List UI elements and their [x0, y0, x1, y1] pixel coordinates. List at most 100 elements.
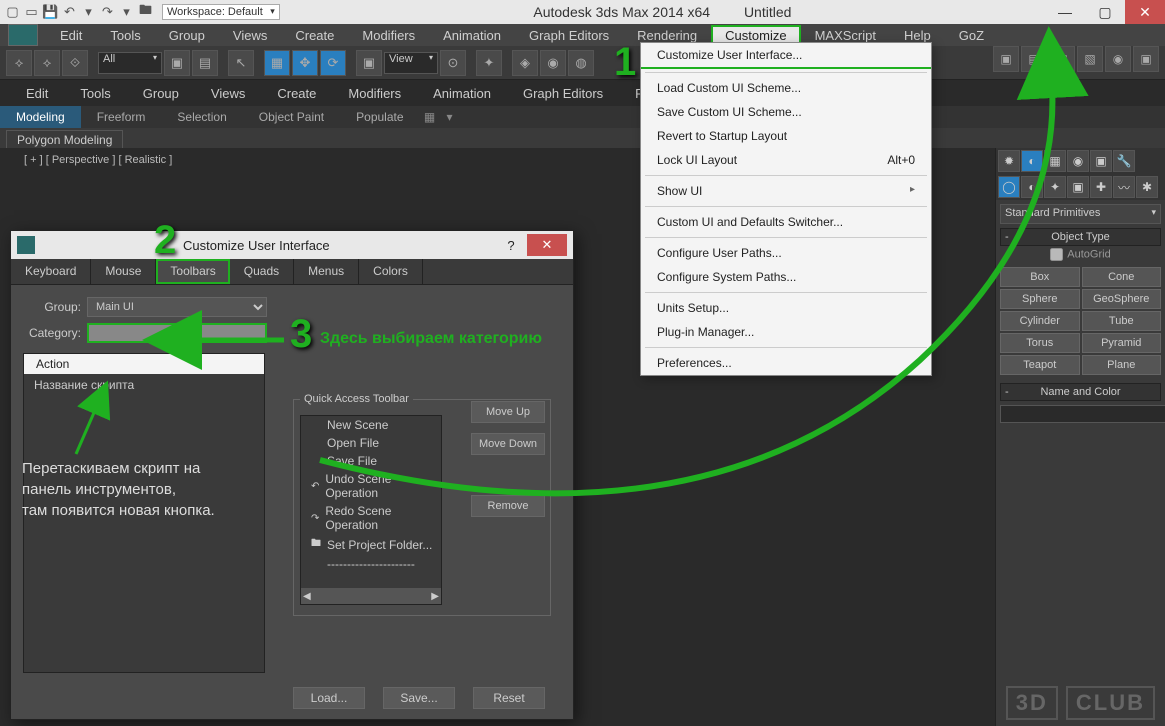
object-type-header[interactable]: -Object Type [1000, 228, 1161, 246]
geosphere-button[interactable]: GeoSphere [1082, 289, 1162, 309]
autogrid-checkbox[interactable]: AutoGrid [1000, 246, 1161, 263]
redo-drop-icon[interactable]: ▾ [118, 4, 135, 21]
menu-views[interactable]: Views [219, 25, 281, 46]
close-button[interactable]: ✕ [1125, 0, 1165, 24]
menu-lock-ui[interactable]: Lock UI LayoutAlt+0 [641, 148, 931, 172]
undo-icon[interactable]: ↶ [61, 4, 78, 21]
box-button[interactable]: Box [1000, 267, 1080, 287]
menu-show-ui[interactable]: Show UI [641, 179, 931, 203]
m2-edit[interactable]: Edit [10, 82, 64, 105]
action-item[interactable]: Название скрипта [24, 374, 264, 396]
qat-item[interactable]: Open File [301, 434, 441, 452]
name-select-icon[interactable]: ▤ [192, 50, 218, 76]
qat-item[interactable]: ↶Undo Scene Operation [301, 470, 441, 502]
m2-tools[interactable]: Tools [64, 82, 126, 105]
menu-units[interactable]: Units Setup... [641, 296, 931, 320]
viewport-label[interactable]: [ + ] [ Perspective ] [ Realistic ] [24, 154, 172, 166]
qat-item[interactable]: ↷Redo Scene Operation [301, 502, 441, 534]
menu-plugin-mgr[interactable]: Plug-in Manager... [641, 320, 931, 344]
undo-drop-icon[interactable]: ▾ [80, 4, 97, 21]
group-select[interactable]: Main UI [87, 297, 267, 317]
ribbon-expand-icon[interactable]: ▾ [440, 110, 460, 124]
m2-create[interactable]: Create [261, 82, 332, 105]
move-down-button[interactable]: Move Down [471, 433, 545, 455]
m2-modifiers[interactable]: Modifiers [332, 82, 417, 105]
geometry-icon[interactable]: ◯ [998, 176, 1020, 198]
cylinder-button[interactable]: Cylinder [1000, 311, 1080, 331]
reset-button[interactable]: Reset [473, 687, 545, 709]
open-icon[interactable]: ▭ [23, 4, 40, 21]
menu-revert[interactable]: Revert to Startup Layout [641, 124, 931, 148]
tab-colors[interactable]: Colors [359, 259, 423, 284]
center-icon[interactable]: ⊙ [440, 50, 466, 76]
qat-scrollbar[interactable]: ◀▶ [301, 588, 441, 604]
create-tab-icon[interactable]: ✹ [998, 150, 1020, 172]
percent-snap-icon[interactable]: ◍ [568, 50, 594, 76]
rotate-icon[interactable]: ⟳ [320, 50, 346, 76]
menu-animation[interactable]: Animation [429, 25, 515, 46]
unlink-icon[interactable]: ⟡ [34, 50, 60, 76]
menu-load-ui[interactable]: Load Custom UI Scheme... [641, 76, 931, 100]
dialog-close-button[interactable]: ✕ [527, 234, 567, 256]
menu-defaults-switcher[interactable]: Custom UI and Defaults Switcher... [641, 210, 931, 234]
shapes-icon[interactable]: ◐ [1021, 176, 1043, 198]
load-button[interactable]: Load... [293, 687, 365, 709]
m2-views[interactable]: Views [195, 82, 261, 105]
pyramid-button[interactable]: Pyramid [1082, 333, 1162, 353]
object-name-input[interactable] [1000, 405, 1165, 423]
m2-animation[interactable]: Animation [417, 82, 507, 105]
menu-customize-ui[interactable]: Customize User Interface... [641, 43, 931, 69]
qat-item[interactable]: New Scene [301, 416, 441, 434]
ribbon-objectpaint[interactable]: Object Paint [243, 106, 340, 128]
menu-user-paths[interactable]: Configure User Paths... [641, 241, 931, 265]
save-icon[interactable]: 💾 [42, 4, 59, 21]
tr-icon-6[interactable]: ▣ [1133, 46, 1159, 72]
angle-snap-icon[interactable]: ◉ [540, 50, 566, 76]
ribbon-populate[interactable]: Populate [340, 106, 419, 128]
redo-icon[interactable]: ↷ [99, 4, 116, 21]
tab-mouse[interactable]: Mouse [91, 259, 156, 284]
select-icon[interactable]: ▣ [164, 50, 190, 76]
sphere-button[interactable]: Sphere [1000, 289, 1080, 309]
torus-button[interactable]: Torus [1000, 333, 1080, 353]
move-icon[interactable]: ✥ [292, 50, 318, 76]
tab-menus[interactable]: Menus [294, 259, 359, 284]
name-color-header[interactable]: -Name and Color [1000, 383, 1161, 401]
tab-keyboard[interactable]: Keyboard [11, 259, 91, 284]
plane-button[interactable]: Plane [1082, 355, 1162, 375]
menu-group[interactable]: Group [155, 25, 219, 46]
category-select[interactable] [87, 323, 267, 343]
primitive-type-selector[interactable]: Standard Primitives [1000, 204, 1161, 224]
bind-icon[interactable]: ⟐ [62, 50, 88, 76]
spacewarps-icon[interactable]: 〰 [1113, 176, 1135, 198]
link-icon[interactable]: ⟡ [6, 50, 32, 76]
menu-save-ui[interactable]: Save Custom UI Scheme... [641, 100, 931, 124]
tr-icon-4[interactable]: ▧ [1077, 46, 1103, 72]
menu-preferences[interactable]: Preferences... [641, 351, 931, 375]
snap-icon[interactable]: ◈ [512, 50, 538, 76]
display-tab-icon[interactable]: ▣ [1090, 150, 1112, 172]
cursor-icon[interactable]: ↖ [228, 50, 254, 76]
tr-icon-2[interactable]: ▤ [1021, 46, 1047, 72]
menu-tools[interactable]: Tools [96, 25, 154, 46]
remove-button[interactable]: Remove [471, 495, 545, 517]
menu-modifiers[interactable]: Modifiers [348, 25, 429, 46]
systems-icon[interactable]: ✱ [1136, 176, 1158, 198]
menu-grapheditors[interactable]: Graph Editors [515, 25, 623, 46]
motion-tab-icon[interactable]: ◉ [1067, 150, 1089, 172]
teapot-button[interactable]: Teapot [1000, 355, 1080, 375]
m2-grapheditors[interactable]: Graph Editors [507, 82, 619, 105]
tab-quads[interactable]: Quads [230, 259, 294, 284]
app-logo[interactable] [8, 24, 38, 46]
workspace-selector[interactable]: Workspace: Default [162, 4, 280, 20]
qat-list[interactable]: New Scene Open File Save File ↶Undo Scen… [300, 415, 442, 605]
window-crossing-icon[interactable]: ▦ [264, 50, 290, 76]
m2-group[interactable]: Group [127, 82, 195, 105]
selection-filter[interactable]: All [98, 52, 162, 74]
cameras-icon[interactable]: ▣ [1067, 176, 1089, 198]
menu-create[interactable]: Create [281, 25, 348, 46]
helpers-icon[interactable]: ✚ [1090, 176, 1112, 198]
utilities-tab-icon[interactable]: 🔧 [1113, 150, 1135, 172]
ribbon-selection[interactable]: Selection [161, 106, 242, 128]
qat-item[interactable]: ---------------------- [301, 555, 441, 573]
